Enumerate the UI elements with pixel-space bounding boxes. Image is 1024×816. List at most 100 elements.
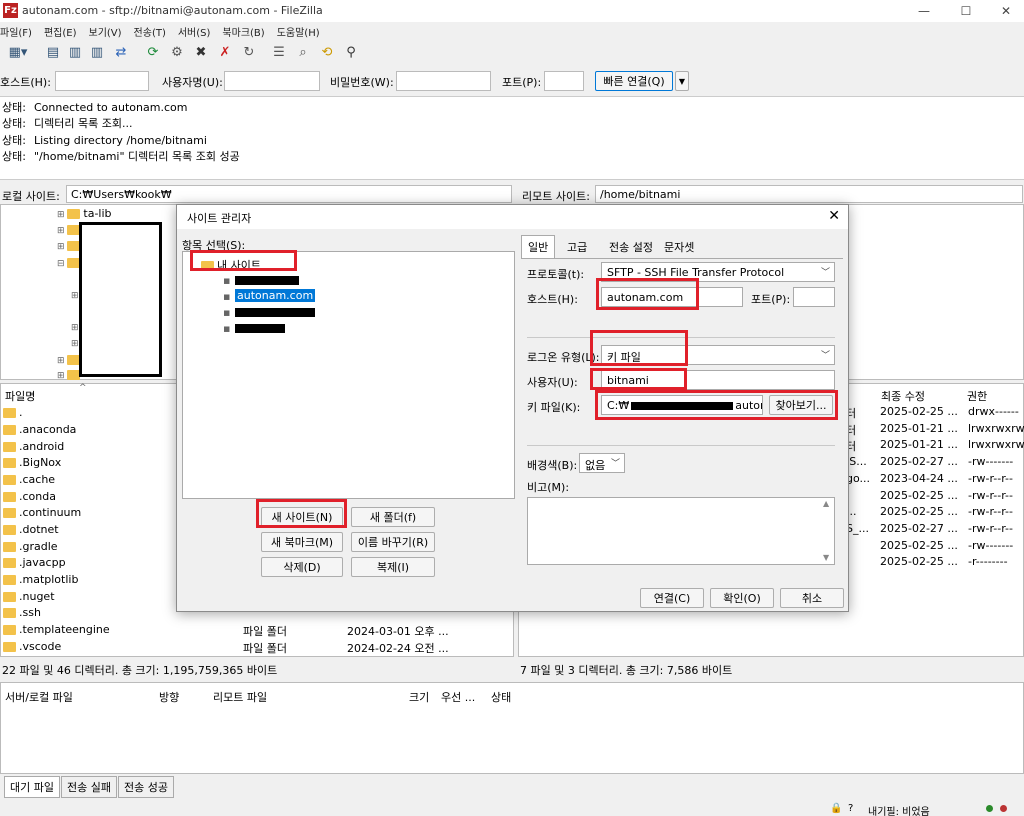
tab-successful[interactable]: 전송 성공 — [117, 776, 174, 798]
file-row[interactable]: .gradle — [3, 540, 58, 553]
bgcolor-select[interactable]: 없음 ﹀ — [579, 453, 625, 473]
delete-button[interactable]: 삭제(D) — [261, 557, 343, 577]
menu-server[interactable]: 서버(S) — [178, 24, 211, 39]
port-input[interactable] — [793, 287, 835, 307]
menu-edit[interactable]: 편집(E) — [44, 24, 77, 39]
remote-row-perm[interactable]: -rw-r--r-- — [968, 522, 1013, 535]
tree-item[interactable]: ⊞ — [71, 288, 79, 301]
remote-row-date[interactable]: 2025-02-25 ... — [880, 405, 958, 418]
reconnect-icon[interactable]: ↻ — [240, 44, 258, 62]
remote-row-type[interactable]: S_... — [846, 522, 869, 535]
remote-row-perm[interactable]: -r-------- — [968, 555, 1008, 568]
site-tree[interactable]: 내 사이트 ▪ ▪ autonam.com ▪ ▪ — [182, 251, 515, 499]
toggle-local-tree-icon[interactable]: ▥ — [66, 44, 84, 62]
remote-row-date[interactable]: 2025-02-25 ... — [880, 539, 958, 552]
remote-row-date[interactable]: 2025-02-25 ... — [880, 505, 958, 518]
tab-general[interactable]: 일반 — [521, 235, 556, 259]
ok-button[interactable]: 확인(O) — [710, 588, 774, 608]
qc-port-input[interactable] — [544, 71, 584, 91]
qc-user-input[interactable] — [224, 71, 320, 91]
tab-advanced[interactable]: 고급 — [567, 239, 587, 255]
search-icon[interactable]: ⚲ — [342, 44, 360, 62]
cancel-button[interactable]: 취소 — [780, 588, 844, 608]
remote-row-date[interactable]: 2025-02-27 ... — [880, 455, 958, 468]
cancel-icon[interactable]: ✖ — [192, 44, 210, 62]
refresh-icon[interactable]: ⟳ — [144, 44, 162, 62]
file-row[interactable]: .nuget — [3, 590, 55, 603]
maximize-button[interactable]: ☐ — [946, 2, 986, 20]
remote-row-date[interactable]: 2023-04-24 ... — [880, 472, 958, 485]
remote-row-perm[interactable]: -rw------- — [968, 455, 1013, 468]
filter-icon[interactable]: ☰ — [270, 44, 288, 62]
remote-row-perm[interactable]: -rw------- — [968, 539, 1013, 552]
scroll-down-icon[interactable]: ▼ — [823, 553, 829, 562]
remote-row-perm[interactable]: -rw-r--r-- — [968, 489, 1013, 502]
file-row[interactable]: .continuum — [3, 506, 81, 519]
site-autonam[interactable]: autonam.com — [235, 289, 316, 302]
connect-button[interactable]: 연결(C) — [640, 588, 704, 608]
remote-row-type[interactable]: go... — [846, 472, 870, 485]
local-path-input[interactable]: C:₩Users₩kook₩ — [66, 185, 512, 203]
remote-row-perm[interactable]: lrwxrwxrwx — [968, 438, 1024, 451]
redacted-site[interactable] — [235, 308, 315, 317]
rename-button[interactable]: 이름 바꾸기(R) — [351, 532, 435, 552]
new-folder-button[interactable]: 새 폴더(f) — [351, 507, 435, 527]
queue-col-status[interactable]: 상태 — [491, 689, 511, 705]
duplicate-button[interactable]: 복제(I) — [351, 557, 435, 577]
tree-item[interactable]: ⊞ — [71, 336, 79, 349]
sync-browse-icon[interactable]: ⟲ — [318, 44, 336, 62]
dialog-close-icon[interactable]: ✕ — [828, 208, 840, 224]
site-manager-icon[interactable]: ▦▾ — [2, 44, 34, 62]
remote-row-perm[interactable]: -rw-r--r-- — [968, 472, 1013, 485]
quickconnect-dropdown-icon[interactable]: ▼ — [675, 71, 689, 91]
remote-row-date[interactable]: 2025-01-21 ... — [880, 438, 958, 451]
menu-transfer[interactable]: 전송(T) — [134, 24, 166, 39]
col-modified[interactable]: 최종 수정 — [881, 388, 925, 404]
menu-file[interactable]: 파일(F) — [0, 24, 32, 39]
file-row[interactable]: .conda — [3, 490, 56, 503]
quickconnect-button[interactable]: 빠른 연결(Q) — [595, 71, 673, 91]
toggle-queue-icon[interactable]: ⇄ — [112, 44, 130, 62]
file-row[interactable]: .javacpp — [3, 556, 66, 569]
file-row[interactable]: .cache — [3, 473, 55, 486]
minimize-button[interactable]: — — [904, 2, 944, 20]
redacted-site[interactable] — [235, 324, 285, 333]
menu-view[interactable]: 보기(V) — [89, 24, 122, 39]
new-bookmark-button[interactable]: 새 북마크(M) — [261, 532, 343, 552]
file-row[interactable]: .ssh — [3, 606, 41, 619]
qc-host-input[interactable] — [55, 71, 149, 91]
remote-row-date[interactable]: 2025-02-25 ... — [880, 489, 958, 502]
tab-transfer-settings[interactable]: 전송 설정 — [609, 239, 653, 255]
queue-col-priority[interactable]: 우선 ... — [441, 689, 475, 705]
toggle-log-icon[interactable]: ▤ — [44, 44, 62, 62]
qc-pass-input[interactable] — [396, 71, 491, 91]
queue-col-direction[interactable]: 방향 — [159, 689, 179, 705]
remote-row-date[interactable]: 2025-01-21 ... — [880, 422, 958, 435]
file-row[interactable]: . — [3, 406, 23, 419]
queue-col-remote[interactable]: 리모트 파일 — [213, 689, 267, 705]
remote-row-perm[interactable]: -rw-r--r-- — [968, 505, 1013, 518]
col-permissions[interactable]: 권한 — [967, 388, 987, 404]
tree-item-ta-lib[interactable]: ⊞ ta-lib — [57, 207, 112, 220]
queue-col-size[interactable]: 크기 — [409, 689, 429, 705]
tab-failed[interactable]: 전송 실패 — [60, 776, 117, 798]
file-row[interactable]: .templateengine — [3, 623, 110, 636]
file-row[interactable]: .vscode — [3, 640, 61, 653]
transfer-queue[interactable]: 서버/로컬 파일 방향 리모트 파일 크기 우선 ... 상태 — [0, 682, 1024, 774]
close-window-button[interactable]: ✕ — [986, 2, 1024, 20]
toggle-remote-tree-icon[interactable]: ▥ — [88, 44, 106, 62]
menu-bookmarks[interactable]: 북마크(B) — [222, 24, 264, 39]
redacted-site[interactable] — [235, 276, 299, 285]
compare-icon[interactable]: ⌕ — [294, 44, 312, 62]
remote-row-perm[interactable]: drwx------ — [968, 405, 1019, 418]
remote-path-input[interactable]: /home/bitnami — [595, 185, 1023, 203]
file-row[interactable]: .BigNox — [3, 456, 61, 469]
queue-col-file[interactable]: 서버/로컬 파일 — [5, 689, 73, 705]
disconnect-icon[interactable]: ✗ — [216, 44, 234, 62]
file-row[interactable]: .android — [3, 440, 64, 453]
file-row[interactable]: .dotnet — [3, 523, 59, 536]
remote-row-perm[interactable]: lrwxrwxrwx — [968, 422, 1024, 435]
remote-row-date[interactable]: 2025-02-25 ... — [880, 555, 958, 568]
tab-queued[interactable]: 대기 파일 — [4, 776, 60, 798]
menu-help[interactable]: 도움말(H) — [277, 24, 320, 39]
